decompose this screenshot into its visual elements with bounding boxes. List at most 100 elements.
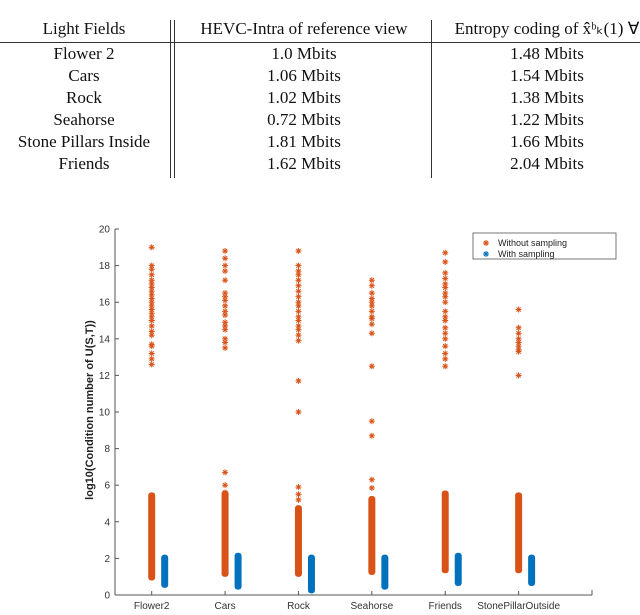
without-sampling-point bbox=[295, 247, 302, 254]
with-sampling-dense-column bbox=[454, 552, 462, 587]
without-sampling-point bbox=[442, 269, 449, 276]
table-row: Cars 1.06 Mbits 1.54 Mbits bbox=[0, 65, 640, 87]
cell-light-field: Rock bbox=[66, 88, 102, 107]
without-sampling-point bbox=[222, 469, 229, 476]
cell-light-field: Flower 2 bbox=[53, 44, 115, 63]
cell-entropy: 1.54 Mbits bbox=[510, 66, 584, 85]
x-tick-label: Seahorse bbox=[350, 601, 393, 611]
legend-label-with-sampling: With sampling bbox=[498, 249, 555, 259]
without-sampling-point bbox=[295, 282, 302, 289]
without-sampling-point bbox=[368, 290, 375, 297]
table-row: Rock 1.02 Mbits 1.38 Mbits bbox=[0, 87, 640, 109]
without-sampling-point bbox=[222, 247, 229, 254]
without-sampling-point bbox=[295, 293, 302, 300]
y-tick-label: 14 bbox=[99, 334, 111, 345]
without-sampling-dense-column bbox=[294, 505, 302, 577]
without-sampling-dense-column bbox=[441, 490, 449, 574]
without-sampling-point bbox=[148, 271, 155, 278]
without-sampling-point bbox=[295, 377, 302, 384]
without-sampling-point bbox=[368, 432, 375, 439]
header-entropy-coding: Entropy coding of x̂̂ᵇₖ(1) ∀ bbox=[454, 19, 640, 38]
without-sampling-point bbox=[442, 330, 449, 337]
without-sampling-point bbox=[295, 332, 302, 339]
y-tick-label: 12 bbox=[99, 371, 111, 382]
without-sampling-point bbox=[222, 262, 229, 269]
y-tick-label: 18 bbox=[99, 261, 111, 272]
scatter-marks bbox=[148, 244, 536, 594]
without-sampling-point bbox=[368, 282, 375, 289]
without-sampling-point bbox=[442, 324, 449, 331]
without-sampling-point bbox=[222, 268, 229, 275]
without-sampling-point bbox=[515, 330, 522, 337]
without-sampling-point bbox=[295, 409, 302, 415]
cell-light-field: Cars bbox=[68, 66, 100, 85]
without-sampling-point bbox=[368, 363, 375, 370]
without-sampling-point bbox=[368, 484, 375, 491]
header-hevc-intra: HEVC-Intra of reference view bbox=[200, 19, 408, 38]
cell-hevc: 1.81 Mbits bbox=[267, 132, 341, 151]
cell-entropy: 1.38 Mbits bbox=[510, 88, 584, 107]
header-light-fields: Light Fields bbox=[42, 19, 126, 38]
without-sampling-point bbox=[295, 491, 302, 498]
cell-hevc: 1.62 Mbits bbox=[267, 154, 341, 173]
without-sampling-point bbox=[442, 355, 449, 362]
without-sampling-point bbox=[368, 476, 375, 483]
cell-light-field: Friends bbox=[58, 154, 110, 173]
without-sampling-point bbox=[368, 330, 375, 337]
without-sampling-point bbox=[148, 355, 155, 362]
without-sampling-dense-column bbox=[368, 496, 376, 576]
without-sampling-point bbox=[442, 335, 449, 342]
y-tick-label: 6 bbox=[104, 481, 110, 492]
without-sampling-point bbox=[222, 339, 229, 346]
with-sampling-dense-column bbox=[161, 554, 169, 588]
x-tick-label: Flower2 bbox=[134, 601, 170, 611]
double-rule-left bbox=[170, 20, 171, 178]
without-sampling-point bbox=[148, 244, 155, 251]
without-sampling-point bbox=[515, 324, 522, 331]
without-sampling-point bbox=[515, 306, 522, 313]
without-sampling-point bbox=[515, 348, 522, 355]
without-sampling-dense-column bbox=[221, 490, 229, 577]
y-tick-label: 0 bbox=[104, 591, 110, 602]
without-sampling-point bbox=[368, 277, 375, 284]
cell-hevc: 1.06 Mbits bbox=[267, 66, 341, 85]
without-sampling-point bbox=[442, 249, 449, 256]
without-sampling-point bbox=[148, 350, 155, 357]
table-header-row: Light Fields HEVC-Intra of reference vie… bbox=[0, 18, 640, 40]
y-axis-label: log10(Condition number of U(S,T)) bbox=[84, 320, 96, 500]
without-sampling-point bbox=[368, 418, 375, 425]
x-tick-label: Rock bbox=[287, 601, 311, 611]
without-sampling-point bbox=[295, 277, 302, 284]
cell-light-field: Seahorse bbox=[53, 110, 115, 129]
without-sampling-point bbox=[442, 343, 449, 350]
y-tick-label: 20 bbox=[99, 225, 111, 236]
chart-svg: 0 2 4 6 8 10 12 14 16 18 20 Flower2 Cars Rock Seahorse… bbox=[84, 225, 617, 612]
without-sampling-point bbox=[368, 321, 375, 328]
without-sampling-point bbox=[442, 363, 449, 370]
column-rule bbox=[431, 20, 432, 178]
x-tick-label: StonePillarOutside bbox=[477, 601, 560, 611]
legend-label-without-sampling: Without sampling bbox=[498, 238, 567, 248]
without-sampling-point bbox=[295, 262, 302, 269]
cell-hevc: 1.02 Mbits bbox=[267, 88, 341, 107]
cell-hevc: 0.72 Mbits bbox=[267, 110, 341, 129]
without-sampling-point bbox=[295, 308, 302, 315]
without-sampling-point bbox=[222, 277, 229, 284]
without-sampling-point bbox=[442, 308, 449, 315]
cell-entropy: 1.48 Mbits bbox=[510, 44, 584, 63]
table-row: Flower 2 1.0 Mbits 1.48 Mbits bbox=[0, 43, 640, 65]
x-tick-label: Friends bbox=[429, 601, 462, 611]
with-sampling-dense-column bbox=[234, 552, 242, 590]
condition-number-chart: 0 2 4 6 8 10 12 14 16 18 20 Flower2 Cars Rock Seahorse… bbox=[0, 210, 640, 612]
without-sampling-point bbox=[222, 482, 229, 489]
without-sampling-point bbox=[295, 288, 302, 295]
y-tick-label: 10 bbox=[99, 408, 111, 419]
with-sampling-dense-column bbox=[381, 554, 389, 590]
without-sampling-point bbox=[368, 308, 375, 315]
y-tick-label: 4 bbox=[104, 517, 110, 528]
without-sampling-point bbox=[148, 322, 155, 329]
y-tick-label: 2 bbox=[104, 554, 110, 565]
without-sampling-point bbox=[148, 361, 155, 368]
without-sampling-point bbox=[295, 496, 302, 503]
legend: Without sampling With sampling bbox=[472, 232, 617, 260]
